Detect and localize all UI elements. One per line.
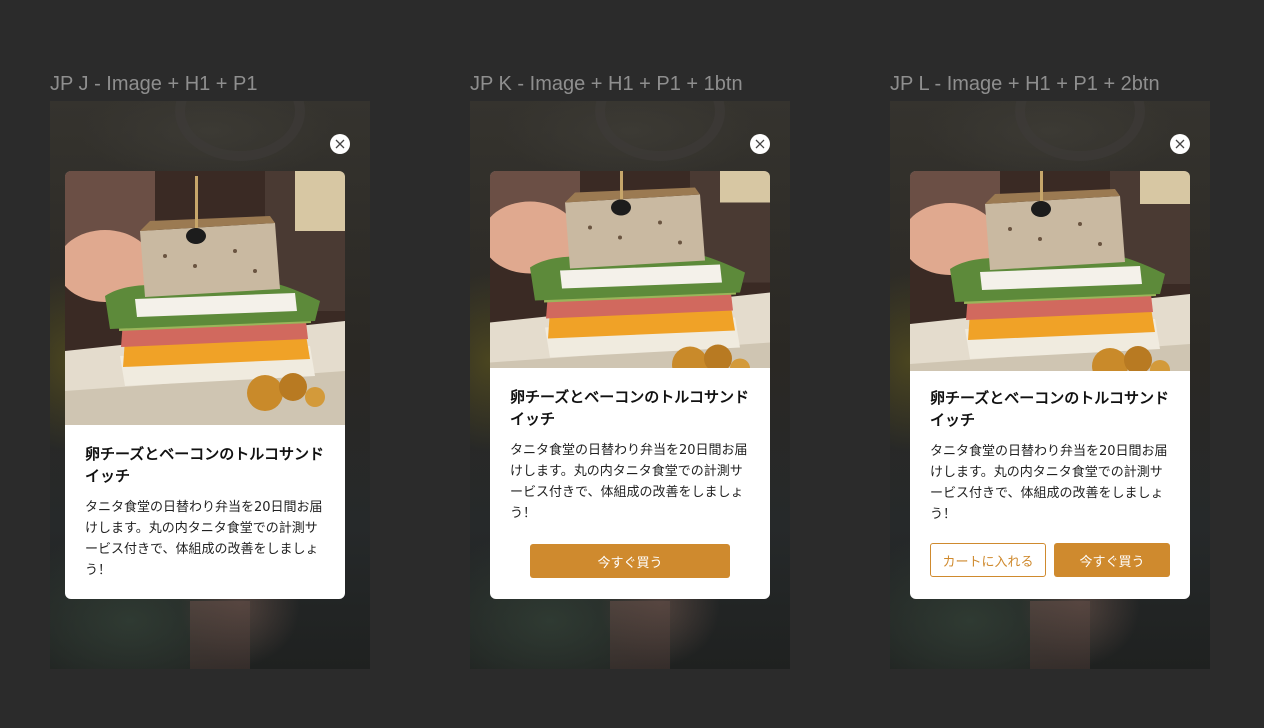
background-camera-lens xyxy=(1015,101,1145,161)
frame-label: JP J - Image + H1 + P1 xyxy=(50,73,258,95)
background-salt-block xyxy=(610,601,670,669)
product-image xyxy=(65,171,345,425)
background-salt-block xyxy=(1030,601,1090,669)
product-image xyxy=(910,171,1190,371)
phone-frame: 卵チーズとベーコンのトルコサンドイッチ タニタ食堂の日替わり弁当を20日間お届け… xyxy=(890,101,1210,669)
phone-frame: 卵チーズとベーコンのトルコサンドイッチ タニタ食堂の日替わり弁当を20日間お届け… xyxy=(50,101,370,669)
background-salt-block xyxy=(190,601,250,669)
close-button[interactable] xyxy=(750,134,770,154)
modal-title: 卵チーズとベーコンのトルコサンドイッチ xyxy=(85,445,324,485)
modal-body: 卵チーズとベーコンのトルコサンドイッチ タニタ食堂の日替わり弁当を20日間お届け… xyxy=(910,371,1190,525)
close-button[interactable] xyxy=(1170,134,1190,154)
product-image xyxy=(490,171,770,368)
modal-description: タニタ食堂の日替わり弁当を20日間お届けします。丸の内タニタ食堂での計測サービス… xyxy=(930,444,1168,522)
modal-body: 卵チーズとベーコンのトルコサンドイッチ タニタ食堂の日替わり弁当を20日間お届け… xyxy=(65,425,345,581)
modal-body: 卵チーズとベーコンのトルコサンドイッチ タニタ食堂の日替わり弁当を20日間お届け… xyxy=(490,368,770,524)
modal-card: 卵チーズとベーコンのトルコサンドイッチ タニタ食堂の日替わり弁当を20日間お届け… xyxy=(910,171,1190,599)
modal-card: 卵チーズとベーコンのトルコサンドイッチ タニタ食堂の日替わり弁当を20日間お届け… xyxy=(65,171,345,599)
modal-title: 卵チーズとベーコンのトルコサンドイッチ xyxy=(930,389,1169,429)
background-camera-lens xyxy=(595,101,725,161)
background-camera-lens xyxy=(175,101,305,161)
close-icon xyxy=(755,139,765,149)
modal-description: タニタ食堂の日替わり弁当を20日間お届けします。丸の内タニタ食堂での計測サービス… xyxy=(510,443,748,521)
modal-card: 卵チーズとベーコンのトルコサンドイッチ タニタ食堂の日替わり弁当を20日間お届け… xyxy=(490,171,770,599)
buy-now-button[interactable]: 今すぐ買う xyxy=(1054,543,1170,577)
phone-frame: 卵チーズとベーコンのトルコサンドイッチ タニタ食堂の日替わり弁当を20日間お届け… xyxy=(470,101,790,669)
modal-title: 卵チーズとベーコンのトルコサンドイッチ xyxy=(510,388,749,428)
close-icon xyxy=(1175,139,1185,149)
close-icon xyxy=(335,139,345,149)
frame-label: JP K - Image + H1 + P1 + 1btn xyxy=(470,73,743,95)
modal-description: タニタ食堂の日替わり弁当を20日間お届けします。丸の内タニタ食堂での計測サービス… xyxy=(85,500,323,578)
add-to-cart-button[interactable]: カートに入れる xyxy=(930,543,1046,577)
frame-label: JP L - Image + H1 + P1 + 2btn xyxy=(890,73,1160,95)
close-button[interactable] xyxy=(330,134,350,154)
buy-now-button[interactable]: 今すぐ買う xyxy=(530,544,730,578)
